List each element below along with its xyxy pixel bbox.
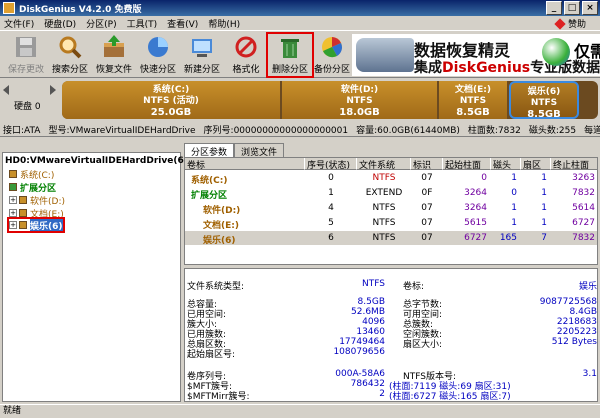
menu-view[interactable]: 查看(V) — [167, 17, 198, 30]
partition-icon — [19, 209, 27, 217]
table-row[interactable]: 扩展分区 1 EXTEND 0F 3264 0 1 7832 — [185, 186, 597, 201]
col-header-start-cyl[interactable]: 起始柱面 — [443, 158, 491, 170]
window-title: DiskGenius V4.2.0 免费版 — [19, 4, 142, 15]
trash-icon — [281, 39, 299, 58]
prev-disk-arrow-icon[interactable] — [3, 85, 9, 95]
tree-item-d[interactable]: + 软件(D:) — [9, 194, 65, 207]
tab-partition-params[interactable]: 分区参数 — [184, 143, 235, 158]
recover-files-button[interactable]: 恢复文件 — [94, 34, 134, 76]
menu-tools[interactable]: 工具(T) — [127, 17, 158, 30]
heart-icon — [554, 17, 566, 30]
partition-table: 卷标 序号(状态) 文件系统 标识 起始柱面 磁头 扇区 终止柱面 系统(C:)… — [184, 157, 598, 265]
col-header-head[interactable]: 磁头 — [491, 158, 521, 170]
floppy-icon — [16, 37, 36, 57]
expand-icon[interactable]: + — [9, 221, 17, 229]
maximize-button[interactable]: □ — [564, 1, 580, 15]
menu-help[interactable]: 帮助(H) — [208, 17, 240, 30]
partition-icon — [19, 221, 27, 229]
expand-icon[interactable]: + — [9, 196, 17, 204]
format-icon — [235, 36, 257, 58]
table-row-selected[interactable]: 娱乐(6) 6 NTFS 07 6727 165 7 7832 — [185, 231, 597, 246]
magnifier-icon — [59, 36, 82, 59]
col-header-index[interactable]: 序号(状态) — [305, 158, 357, 170]
partition-icon — [9, 170, 17, 178]
partition-tree: HD0:VMwareVirtualIDEHardDrive(6 系统(C:) 扩… — [2, 152, 184, 402]
title-bar: DiskGenius V4.2.0 免费版 _ □ × — [0, 0, 600, 16]
disk-pie-icon — [148, 37, 168, 57]
banner-price: 仅需 — [574, 42, 600, 61]
minimize-button[interactable]: _ — [546, 1, 562, 15]
orb-icon — [542, 38, 570, 66]
quick-partition-button[interactable]: 快速分区 — [138, 34, 178, 76]
close-button[interactable]: × — [582, 1, 598, 15]
col-header-id[interactable]: 标识 — [411, 158, 443, 170]
tab-bar: 分区参数 浏览文件 — [184, 143, 285, 158]
harddisk-icon — [356, 38, 414, 72]
partition-icon — [19, 196, 27, 204]
tree-item-c[interactable]: 系统(C:) — [9, 168, 54, 181]
col-header-fs[interactable]: 文件系统 — [357, 158, 411, 170]
format-button[interactable]: 格式化 — [226, 34, 266, 76]
menu-partition[interactable]: 分区(P) — [86, 17, 116, 30]
partition-block-c[interactable]: 系统(C:) NTFS (活动) 25.0GB — [62, 81, 280, 119]
new-partition-button[interactable]: 新建分区 — [182, 34, 222, 76]
sponsor-link[interactable]: 赞助 — [554, 17, 586, 30]
recover-icon — [104, 35, 124, 57]
expand-icon[interactable]: + — [9, 209, 17, 217]
partition-block-e[interactable]: 文档(E:) NTFS 8.5GB — [439, 81, 507, 119]
partition-block-6[interactable]: 娱乐(6) NTFS 8.5GB — [509, 81, 579, 119]
status-text: 就绪 — [3, 406, 22, 416]
tree-item-6[interactable]: + 娱乐(6) — [7, 217, 65, 233]
status-bar: 就绪 — [0, 404, 600, 418]
delete-partition-button[interactable]: 删除分区 — [266, 32, 314, 78]
table-row[interactable]: 软件(D:) 4 NTFS 07 3264 1 1 5614 — [185, 201, 597, 216]
menu-bar: 文件(F) 硬盘(D) 分区(P) 工具(T) 查看(V) 帮助(H) 赞助 — [0, 16, 600, 31]
disk-map: 硬盘 0 系统(C:) NTFS (活动) 25.0GB 软件(D:) NTFS… — [0, 79, 600, 121]
partition-block-d[interactable]: 软件(D:) NTFS 18.0GB — [282, 81, 437, 119]
next-disk-arrow-icon[interactable] — [50, 85, 56, 95]
table-row[interactable]: 文档(E:) 5 NTFS 07 5615 1 1 6727 — [185, 216, 597, 231]
col-header-label[interactable]: 卷标 — [185, 158, 305, 170]
app-icon — [3, 2, 15, 14]
col-header-sector[interactable]: 扇区 — [521, 158, 551, 170]
disk-info-line: 接口:ATA 型号:VMwareVirtualIDEHardDrive 序列号:… — [0, 123, 600, 137]
partition-detail-panel: 文件系统类型: NTFS 卷标: 娱乐 总容量: 8.5GB 已用空间: 52.6M… — [184, 268, 598, 402]
tree-item-disk[interactable]: HD0:VMwareVirtualIDEHardDrive(6 — [5, 155, 184, 167]
partition-icon — [9, 183, 17, 191]
table-row[interactable]: 系统(C:) 0 NTFS 07 0 1 1 3263 — [185, 171, 597, 186]
tree-item-e[interactable]: + 文档(E:) — [9, 207, 64, 220]
new-partition-icon — [192, 39, 212, 57]
ad-banner[interactable]: 数据恢复精灵 集成DiskGenius专业版数据恢 仅需 — [352, 34, 600, 76]
menu-disk[interactable]: 硬盘(D) — [44, 17, 76, 30]
backup-icon — [322, 37, 342, 58]
disk-label: 硬盘 0 — [14, 102, 41, 112]
search-partition-button[interactable]: 搜索分区 — [50, 34, 90, 76]
banner-subtitle: 集成DiskGenius专业版数据恢 — [414, 60, 600, 76]
tree-item-extended[interactable]: 扩展分区 — [9, 181, 56, 194]
partition-bar: 系统(C:) NTFS (活动) 25.0GB 软件(D:) NTFS 18.0… — [62, 81, 598, 119]
save-changes-button[interactable]: 保存更改 — [6, 34, 46, 76]
menu-file[interactable]: 文件(F) — [4, 17, 34, 30]
col-header-end-cyl[interactable]: 终止柱面 — [551, 158, 597, 170]
backup-partition-button[interactable]: 备份分区 — [312, 34, 352, 76]
tab-browse-files[interactable]: 浏览文件 — [234, 143, 285, 158]
